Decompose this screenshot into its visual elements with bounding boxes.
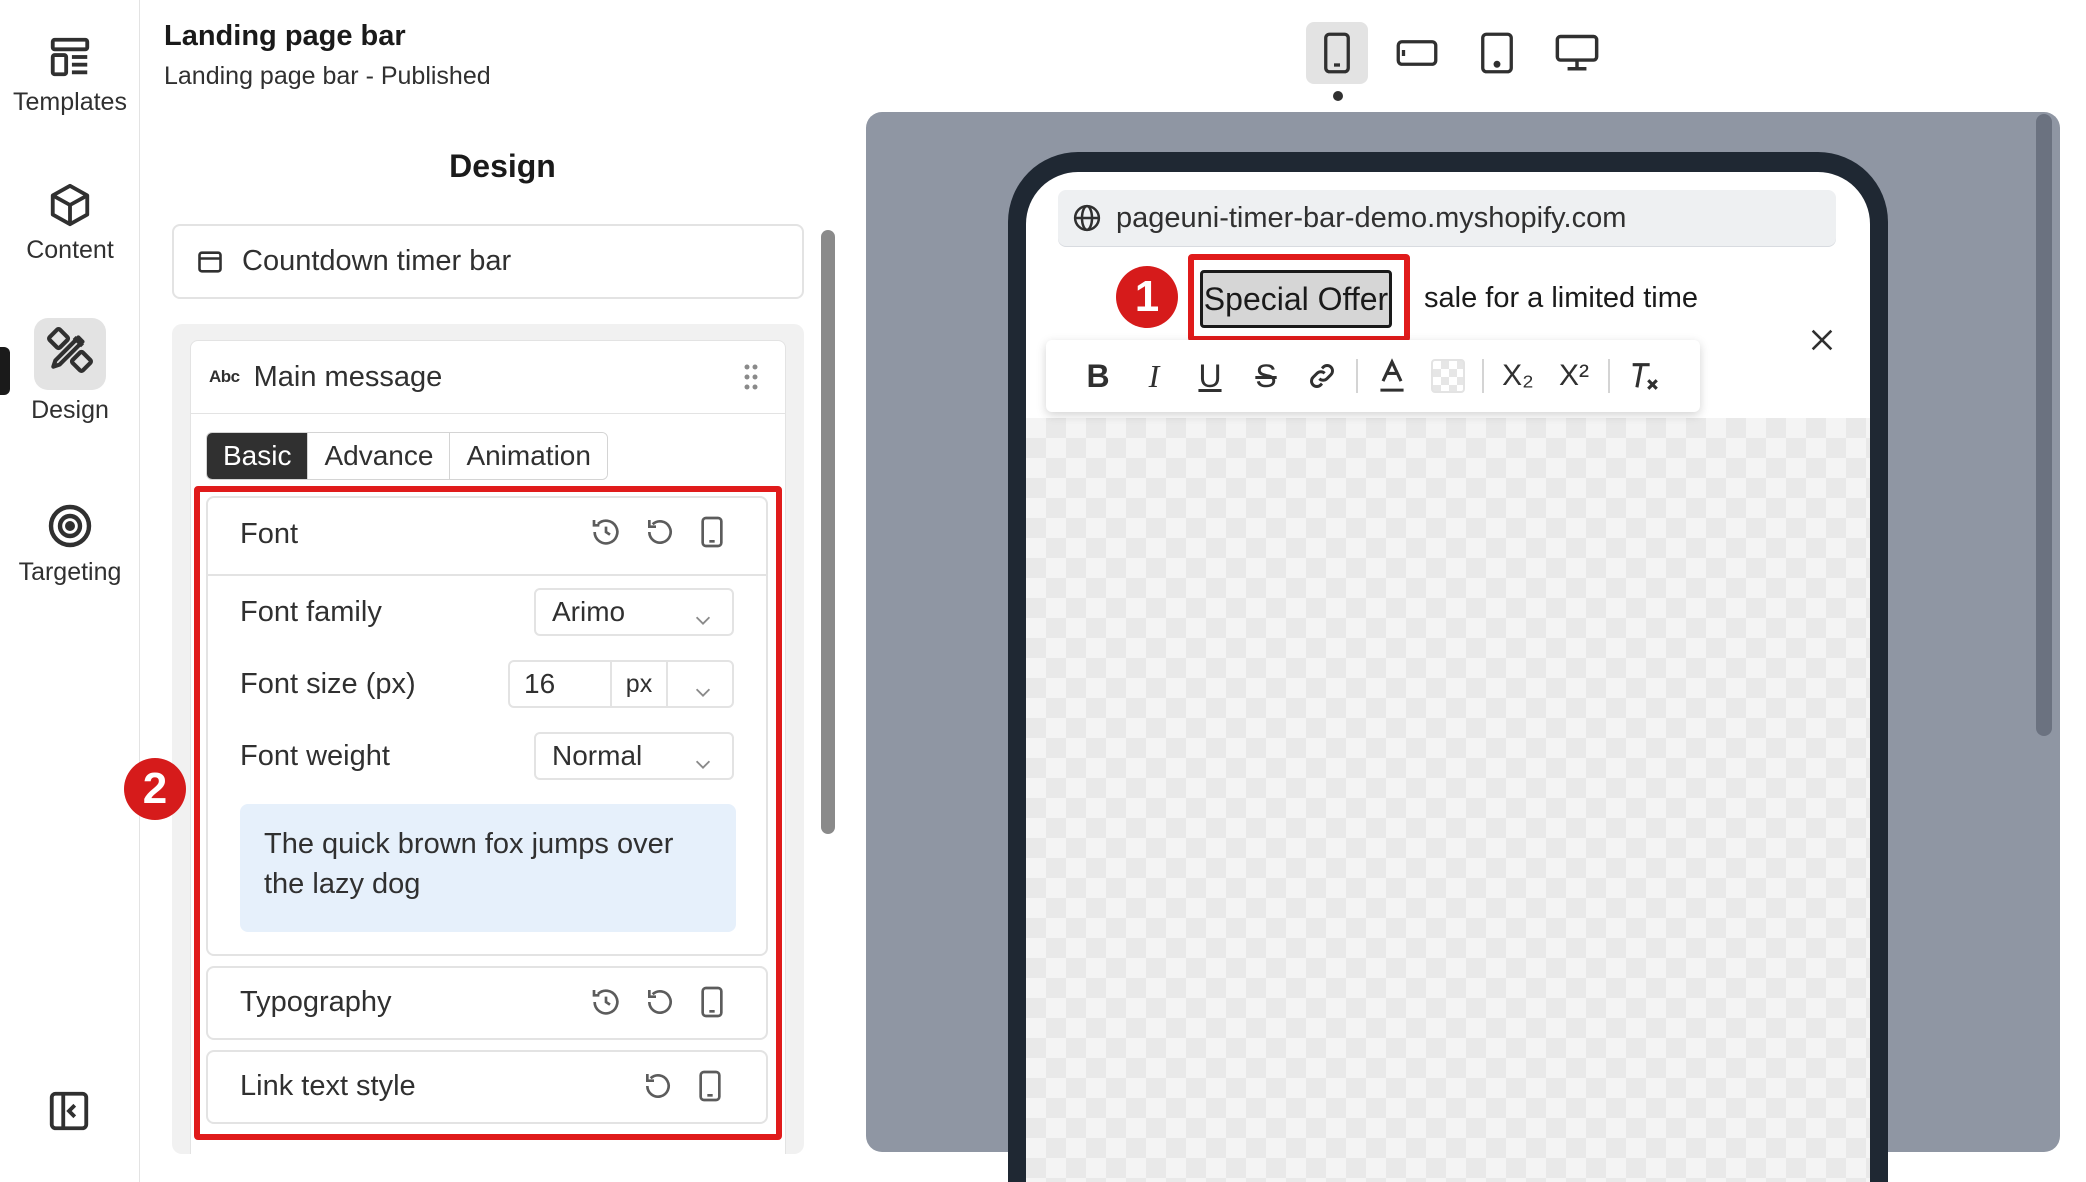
cube-icon bbox=[0, 182, 140, 228]
toolbar-divider bbox=[1356, 359, 1358, 393]
link-button[interactable] bbox=[1294, 348, 1350, 404]
design-tools-icon bbox=[34, 318, 106, 390]
toolbar-divider bbox=[1482, 359, 1484, 393]
left-rail bbox=[0, 0, 140, 1182]
browser-url-bar: pageuni-timer-bar-demo.myshopify.com bbox=[1058, 190, 1836, 246]
preview-scrollbar[interactable] bbox=[2036, 114, 2052, 736]
highlight-box-2 bbox=[194, 486, 782, 1140]
url-text: pageuni-timer-bar-demo.myshopify.com bbox=[1116, 201, 1627, 234]
main-message-card[interactable]: Abc Main message bbox=[190, 340, 786, 414]
block-selector-label: Countdown timer bar bbox=[242, 245, 512, 277]
sidebar-item-label: Design bbox=[31, 396, 109, 424]
desktop-icon bbox=[1555, 34, 1599, 71]
annotation-badge-2: 2 bbox=[124, 758, 186, 820]
target-icon bbox=[0, 502, 140, 550]
tab-advance[interactable]: Advance bbox=[308, 433, 451, 479]
device-desktop-button[interactable] bbox=[1546, 22, 1608, 84]
tab-basic[interactable]: Basic bbox=[207, 433, 309, 479]
sidebar-item-label: Targeting bbox=[18, 558, 122, 586]
globe-icon bbox=[1073, 204, 1101, 232]
tablet-icon bbox=[1481, 32, 1513, 74]
collapse-sidebar-icon[interactable] bbox=[46, 1088, 92, 1139]
annotation-badge-1: 1 bbox=[1116, 266, 1178, 328]
bar-message-text[interactable]: sale for a limited time bbox=[1424, 282, 1698, 315]
device-tablet-button[interactable] bbox=[1466, 22, 1528, 84]
mobile-landscape-icon bbox=[1396, 40, 1438, 66]
page-title: Landing page bar bbox=[164, 20, 406, 52]
toolbar-divider bbox=[1608, 359, 1610, 393]
device-mobile-button[interactable] bbox=[1306, 22, 1368, 84]
sidebar-item-label: Content bbox=[26, 236, 114, 264]
subscript-button[interactable]: X₂ bbox=[1490, 348, 1546, 404]
underline-button[interactable]: U bbox=[1182, 348, 1238, 404]
superscript-button[interactable]: X² bbox=[1546, 348, 1602, 404]
text-color-icon bbox=[1380, 358, 1404, 392]
clear-format-icon bbox=[1632, 363, 1658, 390]
drag-handle-icon[interactable] bbox=[743, 363, 759, 399]
transparent-background bbox=[1026, 418, 1870, 1182]
highlight-box-1 bbox=[1188, 254, 1410, 342]
templates-icon bbox=[0, 34, 140, 80]
sidebar-item-design[interactable]: Design bbox=[0, 318, 140, 425]
clear-formatting-button[interactable] bbox=[1616, 348, 1672, 404]
sidebar-item-templates[interactable]: Templates bbox=[0, 34, 140, 117]
text-color-button[interactable] bbox=[1364, 348, 1420, 404]
checker-swatch-icon bbox=[1431, 359, 1465, 393]
text-type-icon: Abc bbox=[209, 367, 240, 386]
close-icon[interactable] bbox=[1808, 326, 1836, 359]
strikethrough-button[interactable]: S bbox=[1238, 348, 1294, 404]
device-switcher bbox=[1306, 22, 1608, 84]
window-icon bbox=[198, 250, 222, 273]
tab-bar: Basic Advance Animation bbox=[206, 432, 608, 480]
tab-animation[interactable]: Animation bbox=[450, 433, 607, 479]
panel-title: Design bbox=[449, 148, 556, 184]
sidebar-item-targeting[interactable]: Targeting bbox=[0, 502, 140, 587]
link-icon bbox=[1310, 364, 1334, 388]
block-selector[interactable]: Countdown timer bar bbox=[172, 224, 804, 299]
mobile-icon bbox=[1324, 32, 1350, 74]
section-title: Main message bbox=[253, 360, 443, 393]
device-mobile-landscape-button[interactable] bbox=[1386, 22, 1448, 84]
background-color-button[interactable] bbox=[1420, 348, 1476, 404]
sidebar-item-content[interactable]: Content bbox=[0, 182, 140, 265]
panel-scrollbar[interactable] bbox=[821, 230, 835, 834]
sidebar-item-label: Templates bbox=[13, 88, 127, 116]
bold-button[interactable]: B bbox=[1070, 348, 1126, 404]
italic-button[interactable]: I bbox=[1126, 348, 1182, 404]
page-subtitle: Landing page bar - Published bbox=[164, 62, 491, 90]
rich-text-toolbar: B I U S X₂ X² bbox=[1046, 340, 1700, 412]
active-device-dot bbox=[1333, 91, 1343, 101]
